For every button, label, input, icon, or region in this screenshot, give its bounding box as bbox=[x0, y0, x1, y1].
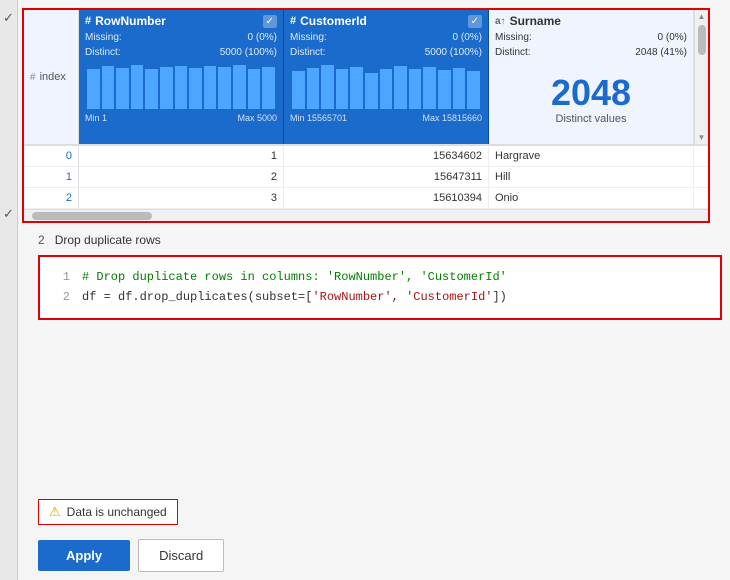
bar bbox=[467, 71, 480, 109]
bar bbox=[87, 69, 100, 110]
col-rownum-name: RowNumber bbox=[95, 14, 166, 28]
cell-rownum-2: 3 bbox=[79, 188, 284, 208]
main-container: ✓ ✓ # index # bbox=[0, 0, 730, 580]
bar bbox=[189, 68, 202, 109]
vertical-scrollbar[interactable]: ▲ ▼ bbox=[694, 10, 708, 144]
col-surname-stats: Missing: 0 (0%) Distinct: 2048 (41%) bbox=[495, 30, 687, 60]
scroll-down-button[interactable]: ▼ bbox=[696, 131, 708, 144]
col-header-customerid: # CustomerId ✓ Missing: 0 (0%) Disti bbox=[284, 10, 489, 144]
bar bbox=[394, 66, 407, 109]
cell-surname-1: Hill bbox=[489, 167, 694, 187]
distinct-number: 2048 bbox=[551, 75, 631, 111]
step-number: 2 bbox=[38, 233, 45, 247]
horizontal-scrollbar[interactable] bbox=[24, 209, 708, 221]
line-number-1: 1 bbox=[54, 267, 70, 287]
bar bbox=[423, 67, 436, 109]
bar bbox=[307, 68, 320, 109]
left-strip: ✓ ✓ bbox=[0, 0, 18, 580]
apply-button[interactable]: Apply bbox=[38, 540, 130, 571]
cell-customerid-2: 15610394 bbox=[284, 188, 489, 208]
bar bbox=[102, 66, 115, 109]
bar bbox=[218, 67, 231, 109]
text-icon-surname: a↑ bbox=[495, 16, 506, 27]
bar bbox=[438, 70, 451, 109]
warning-icon: ⚠ bbox=[49, 504, 61, 520]
status-section: ⚠ Data is unchanged bbox=[38, 499, 722, 525]
cell-surname-2: Onio bbox=[489, 188, 694, 208]
bar bbox=[145, 69, 158, 109]
table-row: 1 2 15647311 Hill bbox=[24, 167, 708, 188]
bar bbox=[453, 68, 466, 109]
customerid-minmax: Min 15565701 Max 15815660 bbox=[290, 113, 482, 123]
distinct-count-display: 2048 Distinct values bbox=[495, 60, 687, 140]
scroll-up-button[interactable]: ▲ bbox=[696, 10, 708, 23]
check-badge-rownum: ✓ bbox=[263, 15, 277, 28]
customerid-histogram bbox=[290, 64, 482, 109]
cell-customerid-1: 15647311 bbox=[284, 167, 489, 187]
spacer bbox=[18, 324, 730, 487]
col-rownum-stats: Missing: 0 (0%) Distinct: 5000 (100%) bbox=[85, 30, 277, 60]
bar bbox=[380, 69, 393, 110]
bar bbox=[409, 69, 422, 109]
bar bbox=[336, 69, 349, 109]
rownum-histogram bbox=[85, 64, 277, 109]
column-headers: # index # RowNumber ✓ bbox=[24, 10, 708, 145]
cell-rownum-0: 1 bbox=[79, 146, 284, 166]
bar bbox=[350, 67, 363, 109]
bar bbox=[160, 67, 173, 109]
col-header-surname: a↑ Surname Missing: 0 (0%) Distinct: bbox=[489, 10, 694, 144]
data-table-section: # index # RowNumber ✓ bbox=[22, 8, 710, 223]
line-number-2: 2 bbox=[54, 287, 70, 307]
bar bbox=[204, 66, 217, 109]
data-rows: 0 1 15634602 Hargrave bbox=[24, 145, 708, 209]
col-customerid-stats: Missing: 0 (0%) Distinct: 5000 (100%) bbox=[290, 30, 482, 60]
cell-surname-0: Hargrave bbox=[489, 146, 694, 166]
row-spacer bbox=[694, 146, 708, 166]
row-spacer bbox=[694, 188, 708, 208]
table-row: 2 3 15610394 Onio bbox=[24, 188, 708, 209]
bar bbox=[116, 68, 129, 109]
col-surname-name: Surname bbox=[510, 14, 561, 28]
hash-icon-customerid: # bbox=[290, 15, 296, 27]
check-badge-customerid: ✓ bbox=[468, 15, 482, 28]
code-line-1: 1 # Drop duplicate rows in columns: 'Row… bbox=[54, 267, 706, 287]
hash-icon-rownum: # bbox=[85, 15, 91, 27]
hash-icon-index: # bbox=[30, 72, 36, 83]
status-text: Data is unchanged bbox=[67, 505, 167, 519]
cell-index-1: 1 bbox=[24, 167, 79, 187]
code-block: 1 # Drop duplicate rows in columns: 'Row… bbox=[38, 255, 722, 320]
col-header-index: # index bbox=[24, 10, 79, 144]
bottom-bar: Apply Discard bbox=[38, 531, 722, 572]
bar bbox=[321, 65, 334, 109]
bar bbox=[233, 65, 246, 109]
bar bbox=[365, 73, 378, 109]
cell-index-0: 0 bbox=[24, 146, 79, 166]
distinct-label: Distinct values bbox=[556, 113, 627, 125]
rownum-minmax: Min 1 Max 5000 bbox=[85, 113, 277, 123]
col-index-label: index bbox=[40, 71, 66, 83]
h-scroll-thumb[interactable] bbox=[32, 212, 152, 220]
bar bbox=[175, 66, 188, 109]
code-line-2: 2 df = df.drop_duplicates(subset=['RowNu… bbox=[54, 287, 706, 307]
step-section: 2 Drop duplicate rows bbox=[38, 233, 722, 247]
bar bbox=[292, 71, 305, 109]
cell-rownum-1: 2 bbox=[79, 167, 284, 187]
table-row: 0 1 15634602 Hargrave bbox=[24, 146, 708, 167]
code-expression: df = df.drop_duplicates(subset=['RowNumb… bbox=[82, 287, 507, 307]
bar bbox=[262, 67, 275, 109]
discard-button[interactable]: Discard bbox=[138, 539, 224, 572]
code-comment: # Drop duplicate rows in columns: 'RowNu… bbox=[82, 267, 507, 287]
cell-index-2: 2 bbox=[24, 188, 79, 208]
status-badge: ⚠ Data is unchanged bbox=[38, 499, 178, 525]
scroll-thumb[interactable] bbox=[698, 25, 706, 55]
row-spacer bbox=[694, 167, 708, 187]
cell-customerid-0: 15634602 bbox=[284, 146, 489, 166]
bar bbox=[248, 69, 261, 110]
col-customerid-name: CustomerId bbox=[300, 14, 367, 28]
step-label: Drop duplicate rows bbox=[55, 233, 161, 247]
bar bbox=[131, 65, 144, 109]
check-icon-1: ✓ bbox=[3, 10, 14, 26]
check-icon-2: ✓ bbox=[3, 206, 14, 222]
col-header-rownum: # RowNumber ✓ Missing: 0 (0%) Distin bbox=[79, 10, 284, 144]
